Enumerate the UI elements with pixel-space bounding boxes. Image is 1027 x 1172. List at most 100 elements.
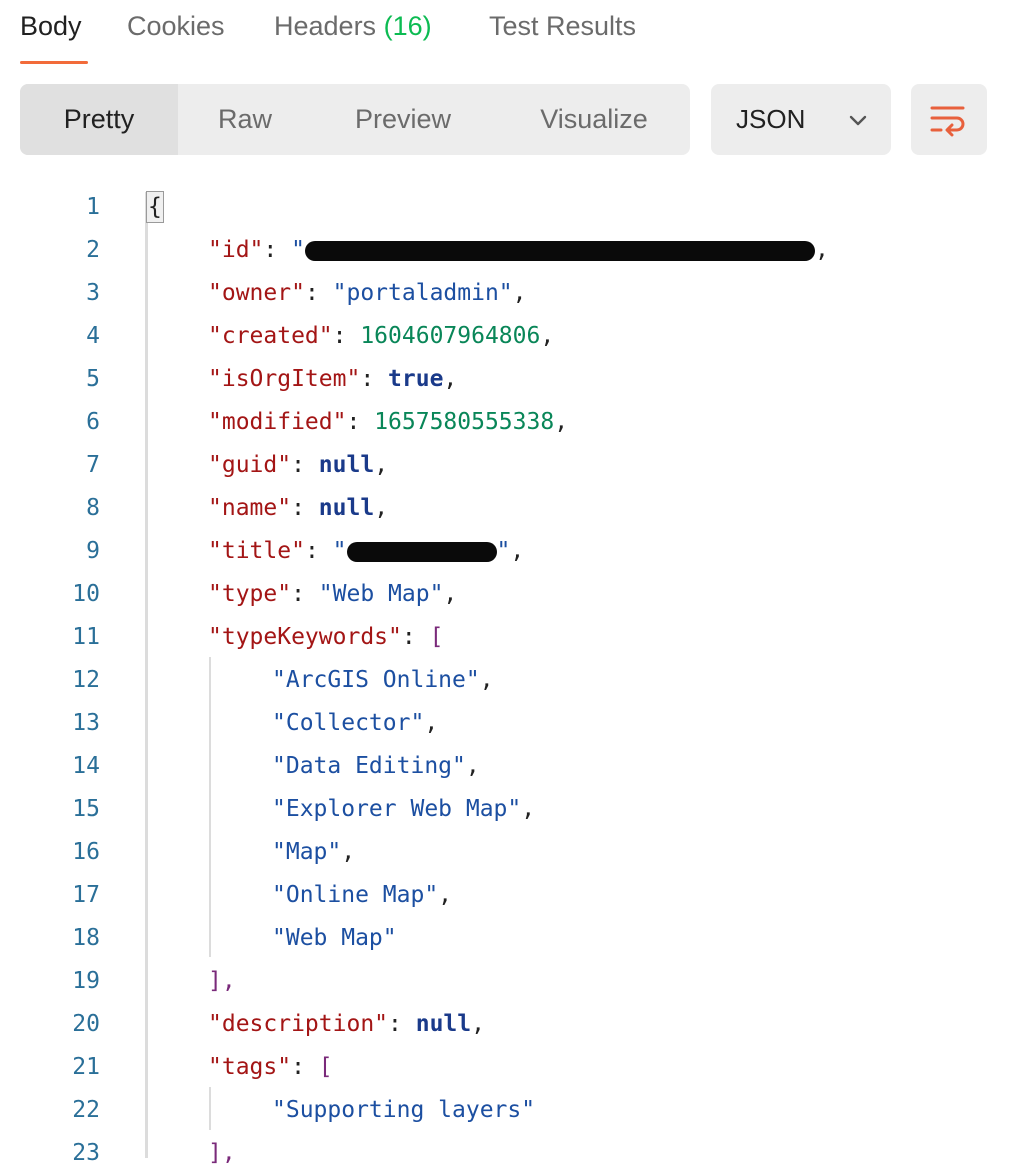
json-null: null xyxy=(318,495,375,521)
tab-headers-label: Headers xyxy=(274,11,377,41)
code-line: { xyxy=(146,186,164,229)
code-line: "Web Map" xyxy=(272,917,397,960)
code-line: "type": "Web Map", xyxy=(208,581,458,607)
line-number: 22 xyxy=(72,1097,100,1123)
line-number: 6 xyxy=(86,409,100,435)
line-number: 1 xyxy=(86,194,100,220)
line-number: 18 xyxy=(72,925,100,951)
tab-headers[interactable]: Headers (16) xyxy=(274,6,432,46)
code-line: ], xyxy=(208,1132,236,1172)
line-number: 8 xyxy=(86,495,100,521)
json-null: null xyxy=(318,452,375,478)
code-line: "name": null, xyxy=(208,495,389,521)
json-key: "type" xyxy=(208,581,292,607)
indent-guide xyxy=(209,657,211,957)
tab-test-results-label: Test Results xyxy=(489,11,637,41)
code-line: "tags": [ xyxy=(208,1054,333,1080)
line-number: 13 xyxy=(72,710,100,736)
headers-count-badge: (16) xyxy=(383,11,432,41)
code-line: "typeKeywords": [ xyxy=(208,624,444,650)
json-string: "Map" xyxy=(272,839,342,865)
json-string: "Data Editing" xyxy=(272,753,466,779)
json-key: "typeKeywords" xyxy=(208,624,402,650)
code-line: "Explorer Web Map", xyxy=(272,796,536,822)
view-mode-selector: Pretty Raw Preview Visualize xyxy=(20,84,690,155)
line-number: 10 xyxy=(72,581,100,607)
json-key: "name" xyxy=(208,495,292,521)
line-number: 15 xyxy=(72,796,100,822)
indent-guide xyxy=(209,1087,211,1130)
response-panel: Body Cookies Headers (16) Test Results P… xyxy=(0,0,1027,1172)
open-brace: { xyxy=(146,191,164,223)
json-number: 1604607964806 xyxy=(360,323,541,349)
redaction-mark xyxy=(346,541,497,562)
tab-cookies-label: Cookies xyxy=(127,11,225,41)
gutter-divider xyxy=(145,192,148,1158)
code-line: "title": " ", xyxy=(208,538,525,564)
line-number: 16 xyxy=(72,839,100,865)
json-key: "isOrgItem" xyxy=(208,366,361,392)
line-number: 5 xyxy=(86,366,100,392)
tab-cookies[interactable]: Cookies xyxy=(127,6,225,46)
json-string: "Collector" xyxy=(272,710,425,736)
json-key: "tags" xyxy=(208,1054,292,1080)
close-array: ], xyxy=(208,1140,236,1166)
json-string: "Online Map" xyxy=(272,882,439,908)
raw-button[interactable]: Raw xyxy=(190,84,300,155)
json-key: "id" xyxy=(208,237,264,263)
json-key: "modified" xyxy=(208,409,347,435)
preview-label: Preview xyxy=(354,104,452,134)
visualize-label: Visualize xyxy=(540,104,648,134)
line-number: 3 xyxy=(86,280,100,306)
line-number: 2 xyxy=(86,237,100,263)
tab-body[interactable]: Body xyxy=(20,6,82,46)
line-number: 9 xyxy=(86,538,100,564)
json-key: "owner" xyxy=(208,280,305,306)
code-line: "ArcGIS Online", xyxy=(272,667,494,693)
active-tab-indicator xyxy=(20,61,88,64)
code-line: "guid": null, xyxy=(208,452,389,478)
line-number: 21 xyxy=(72,1054,100,1080)
line-number: 11 xyxy=(72,624,100,650)
code-line: "owner": "portaladmin", xyxy=(208,280,527,306)
code-line: "created": 1604607964806, xyxy=(208,323,555,349)
json-number: 1657580555338 xyxy=(374,409,555,435)
word-wrap-icon xyxy=(930,106,965,137)
code-line: "Online Map", xyxy=(272,882,453,908)
json-key: "created" xyxy=(208,323,333,349)
json-string: "portaladmin" xyxy=(332,280,513,306)
tab-body-label: Body xyxy=(20,11,82,41)
raw-label: Raw xyxy=(217,104,272,134)
pretty-label: Pretty xyxy=(63,104,135,134)
line-number: 20 xyxy=(72,1011,100,1037)
format-dropdown[interactable]: JSON xyxy=(711,84,891,155)
json-boolean: true xyxy=(388,366,444,392)
line-number: 7 xyxy=(86,452,100,478)
json-string: "Supporting layers" xyxy=(272,1097,536,1123)
code-line: "isOrgItem": true, xyxy=(208,366,458,392)
visualize-button[interactable]: Visualize xyxy=(518,84,670,155)
close-array: ], xyxy=(208,968,236,994)
code-line: "description": null, xyxy=(208,1011,485,1037)
preview-button[interactable]: Preview xyxy=(332,84,474,155)
json-null: null xyxy=(415,1011,472,1037)
redaction-mark xyxy=(304,240,815,261)
chevron-down-icon xyxy=(849,115,867,126)
pretty-button[interactable]: Pretty xyxy=(20,84,178,155)
word-wrap-button[interactable] xyxy=(911,84,987,155)
tab-test-results[interactable]: Test Results xyxy=(489,6,636,46)
json-key: "description" xyxy=(208,1011,389,1037)
line-number: 23 xyxy=(72,1140,100,1166)
code-line: "modified": 1657580555338, xyxy=(208,409,569,435)
code-line: "Collector", xyxy=(272,710,439,736)
line-number: 14 xyxy=(72,753,100,779)
line-number: 19 xyxy=(72,968,100,994)
json-key: "title" xyxy=(208,538,305,564)
json-string: "Web Map" xyxy=(272,925,397,951)
json-code-view: 1 2 3 4 5 6 7 8 9 10 11 12 13 14 15 16 1… xyxy=(0,184,1027,1166)
code-line: "Supporting layers" xyxy=(272,1089,535,1132)
code-line: ], xyxy=(208,960,236,1003)
json-string: "ArcGIS Online" xyxy=(272,667,480,693)
line-number: 4 xyxy=(86,323,100,349)
code-line: "Map", xyxy=(272,839,356,865)
